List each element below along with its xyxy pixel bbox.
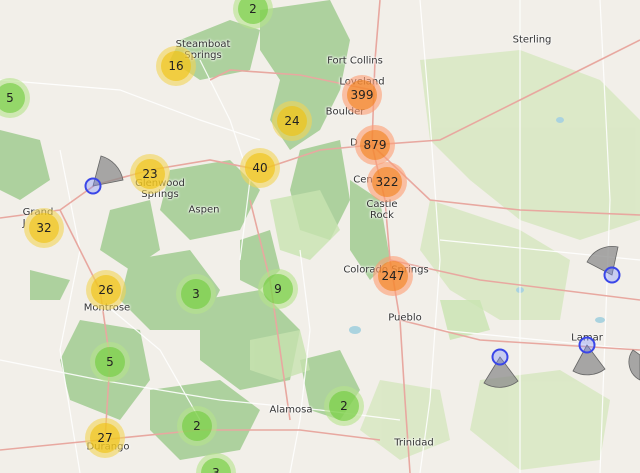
location-marker-east-edge[interactable] (603, 266, 621, 284)
cluster-marker-salida[interactable]: 9 (258, 269, 298, 309)
city-label-aspen: Aspen (188, 204, 220, 216)
cluster-marker-gunnison[interactable]: 3 (176, 274, 216, 314)
cluster-count: 5 (0, 83, 25, 113)
cluster-count: 26 (91, 275, 121, 305)
cluster-count: 40 (245, 153, 275, 183)
cluster-count: 5 (95, 347, 125, 377)
cluster-count: 879 (360, 130, 390, 160)
cluster-marker-steamboat[interactable]: 16 (156, 46, 196, 86)
map-container[interactable]: Steamboat Springs Fort Collins Sterling … (0, 0, 640, 473)
cluster-count: 23 (135, 159, 165, 189)
cluster-marker-grand-junction[interactable]: 32 (24, 208, 64, 248)
location-marker-grand-junction-east[interactable] (84, 177, 102, 195)
cluster-marker-denver[interactable]: 879 (355, 125, 395, 165)
cluster-marker-alamosa[interactable]: 2 (324, 386, 364, 426)
cluster-marker-glenwood[interactable]: 23 (130, 154, 170, 194)
cluster-marker-durango[interactable]: 27 (85, 418, 125, 458)
cluster-count: 3 (201, 458, 231, 473)
cluster-count: 27 (90, 423, 120, 453)
cluster-count: 399 (347, 80, 377, 110)
cluster-marker-nederland[interactable]: 24 (272, 101, 312, 141)
city-label-sterling: Sterling (512, 34, 552, 46)
cluster-count: 2 (329, 391, 359, 421)
cluster-marker-loveland[interactable]: 399 (342, 75, 382, 115)
location-marker-lamar[interactable] (578, 336, 596, 354)
cluster-marker-castle-rock[interactable]: 322 (367, 162, 407, 202)
cluster-count: 3 (181, 279, 211, 309)
cluster-marker-creede[interactable]: 2 (177, 406, 217, 446)
city-label-fort-collins: Fort Collins (327, 55, 383, 67)
cluster-count: 32 (29, 213, 59, 243)
city-label-castle-rock: Castle Rock (366, 199, 398, 221)
cluster-count: 2 (238, 0, 268, 24)
cluster-count: 247 (378, 261, 408, 291)
city-label-pueblo: Pueblo (388, 312, 422, 324)
cluster-marker-telluride[interactable]: 5 (90, 342, 130, 382)
cluster-count: 16 (161, 51, 191, 81)
cluster-count: 24 (277, 106, 307, 136)
cluster-marker-montrose[interactable]: 26 (86, 270, 126, 310)
map-base-layer (0, 0, 640, 473)
cluster-marker-summit[interactable]: 40 (240, 148, 280, 188)
cluster-count: 9 (263, 274, 293, 304)
cluster-count: 322 (372, 167, 402, 197)
city-label-alamosa: Alamosa (269, 404, 313, 416)
location-marker-las-animas[interactable] (491, 348, 509, 366)
city-label-trinidad: Trinidad (394, 437, 434, 449)
cluster-count: 2 (182, 411, 212, 441)
cluster-marker-colorado-springs[interactable]: 247 (373, 256, 413, 296)
